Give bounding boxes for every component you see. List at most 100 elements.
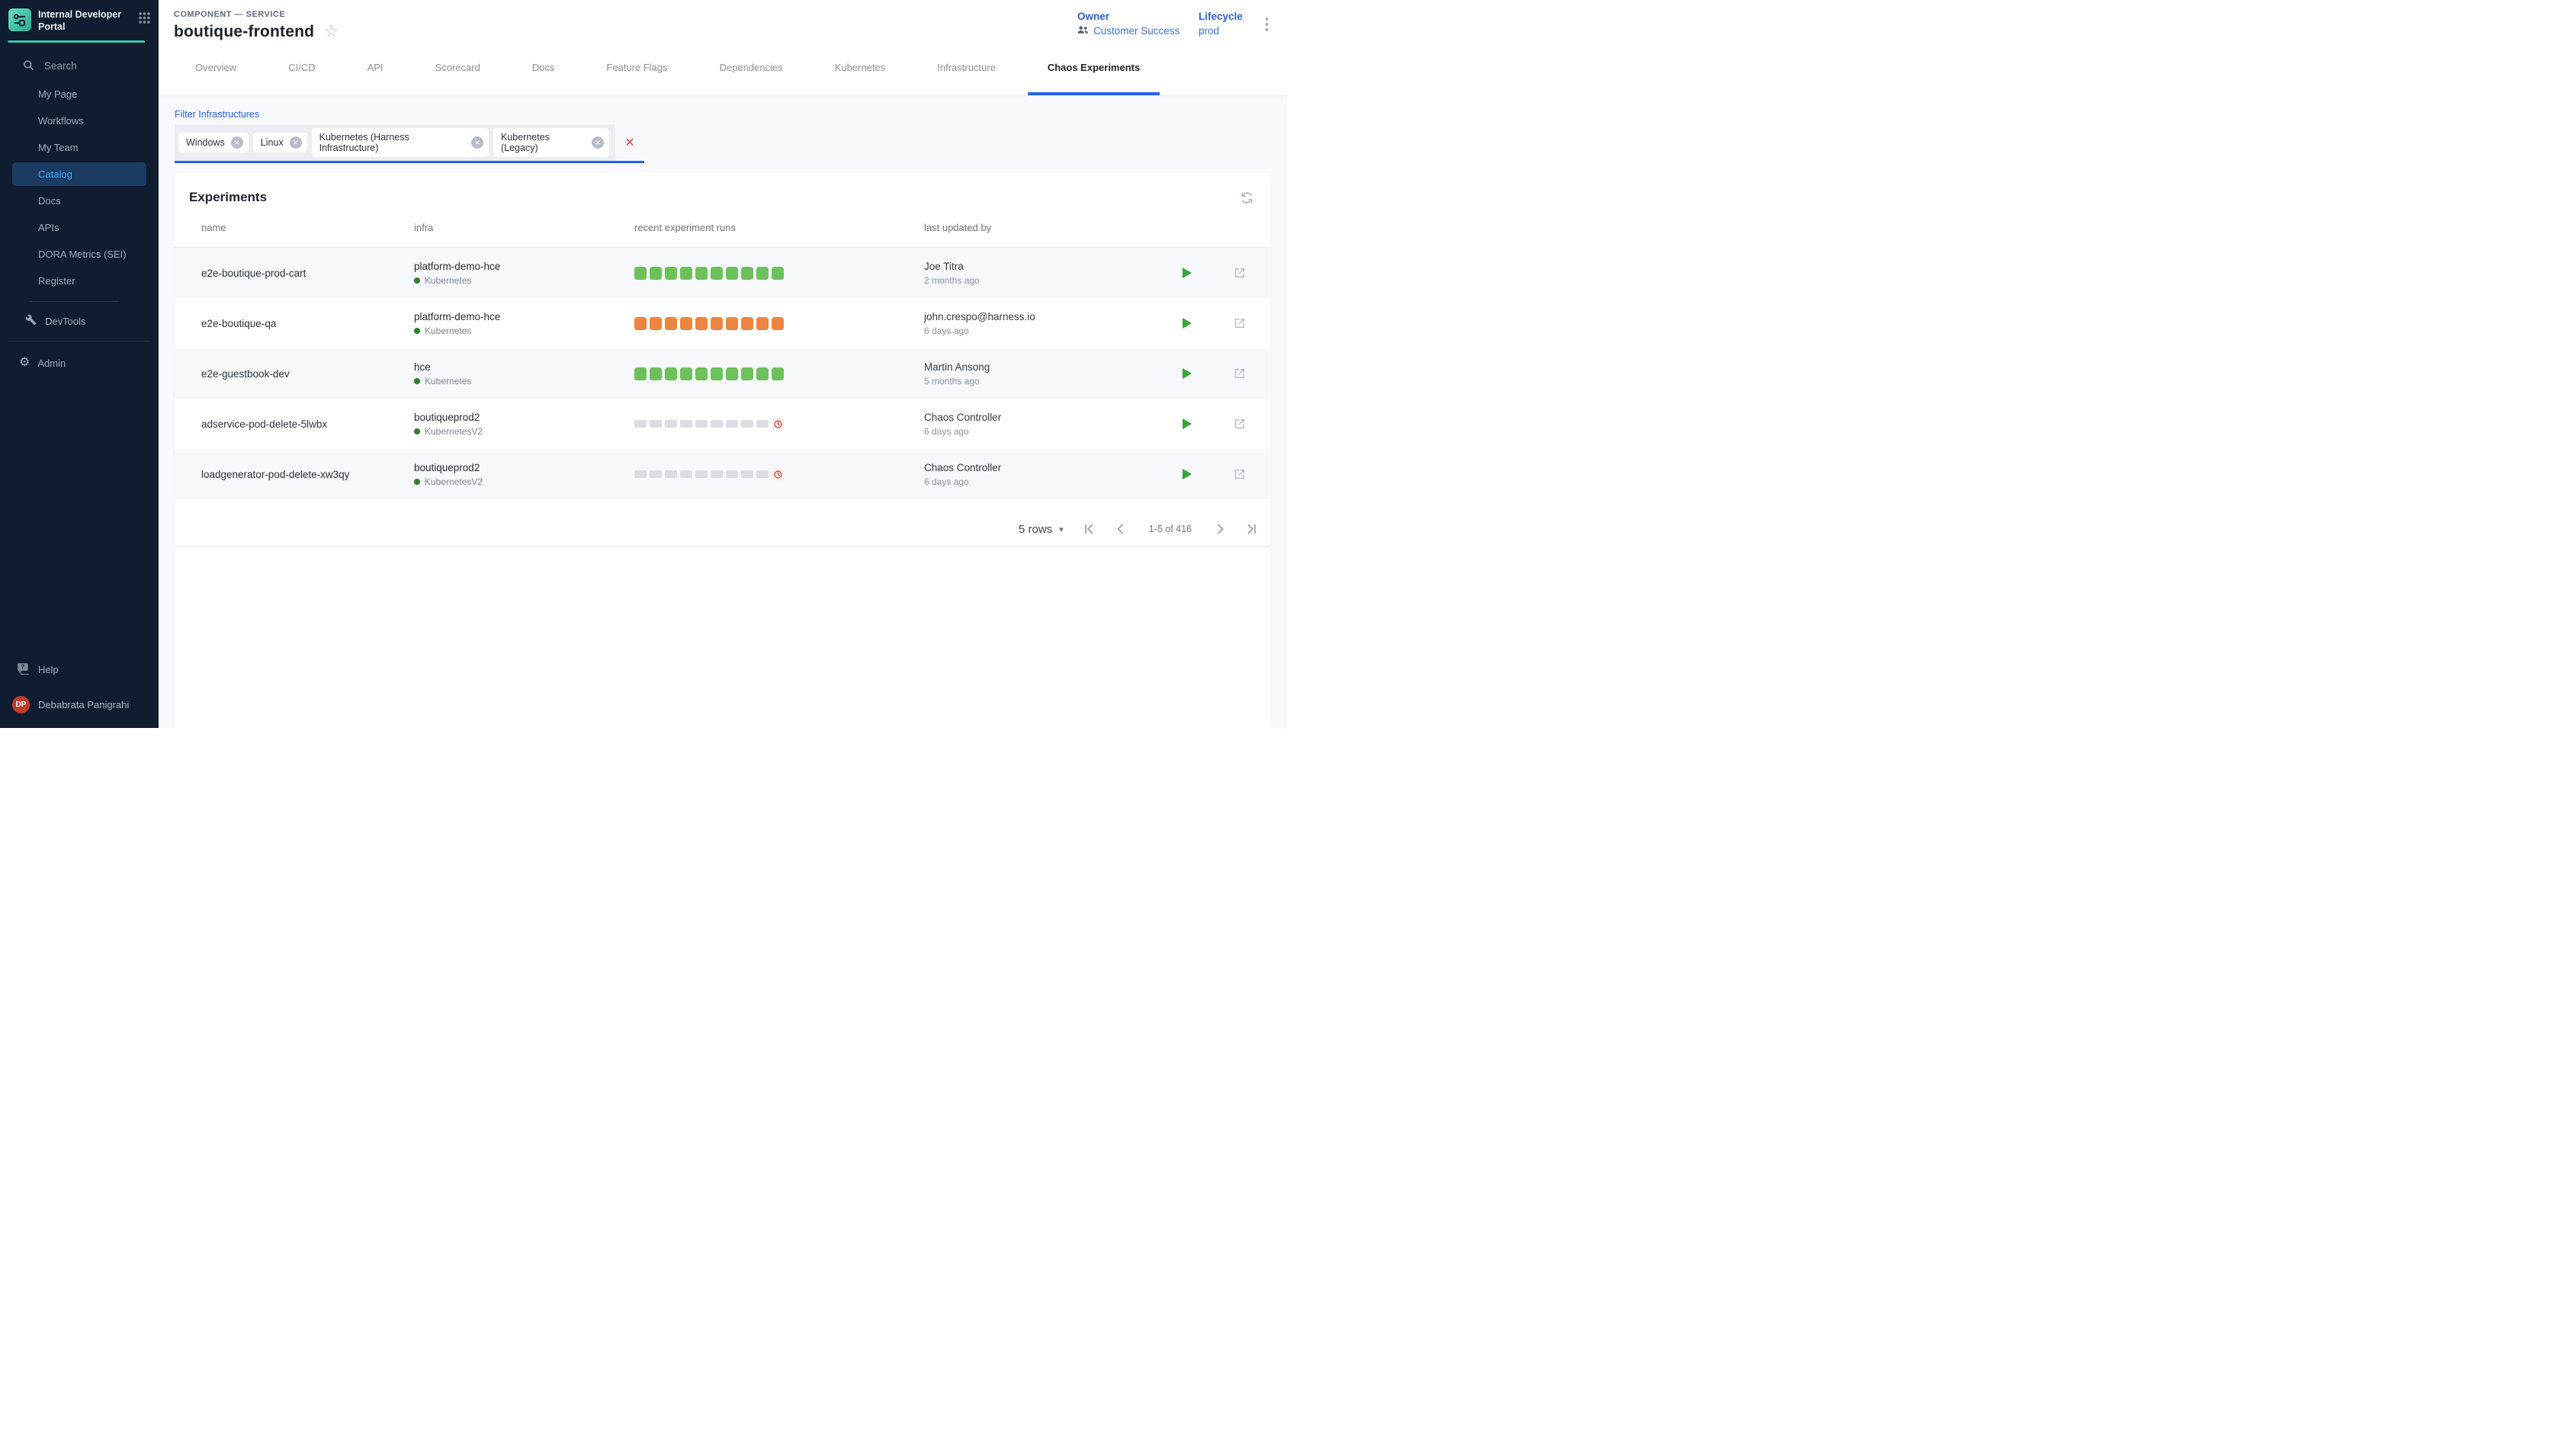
run-indicator[interactable] [756,470,769,478]
sidebar-item-my-team[interactable]: My Team [0,134,159,161]
run-indicator[interactable] [650,317,662,330]
run-history[interactable] [634,419,924,430]
run-indicator[interactable] [756,317,769,330]
tab-infrastructure[interactable]: Infrastructure [937,39,996,95]
run-indicator[interactable] [680,420,692,428]
run-indicator[interactable] [650,267,662,280]
run-indicator[interactable] [711,470,723,478]
table-row[interactable]: e2e-boutique-qa platform-demo-hce Kubern… [175,298,1271,348]
search-input[interactable]: Search [23,59,159,74]
run-indicator[interactable] [756,267,769,280]
run-indicator[interactable] [695,267,708,280]
sidebar-item-register[interactable]: Register [0,268,159,294]
run-indicator[interactable] [680,267,692,280]
help-button[interactable]: ? Help [0,658,159,681]
filter-field[interactable]: Windows × Linux × Kubernetes (Harness In… [175,124,644,163]
run-indicator[interactable] [665,367,677,380]
table-row[interactable]: adservice-pod-delete-5lwbx boutiqueprod2… [175,399,1271,449]
run-indicator[interactable] [695,317,708,330]
filter-infrastructures-label[interactable]: Filter Infrastructures [175,109,259,120]
apps-grid-icon[interactable] [138,11,151,28]
run-indicator[interactable] [650,420,662,428]
chip-remove-icon[interactable]: × [290,136,302,149]
run-indicator[interactable] [726,317,738,330]
open-in-new-icon[interactable] [1234,367,1246,380]
sidebar-item-my-page[interactable]: My Page [0,81,159,107]
refresh-icon[interactable] [1240,191,1254,205]
table-row[interactable]: loadgenerator-pod-delete-xw3qy boutiquep… [175,449,1271,499]
open-in-new-icon[interactable] [1234,317,1246,329]
run-indicator[interactable] [741,420,753,428]
filter-chip[interactable]: Kubernetes (Legacy) × [493,128,609,157]
run-experiment-play-icon[interactable] [1183,419,1192,429]
run-indicator[interactable] [741,470,753,478]
run-indicator[interactable] [741,267,753,280]
run-indicator[interactable] [695,420,708,428]
run-indicator[interactable] [680,317,692,330]
table-row[interactable]: e2e-guestbook-dev hce Kubernetes Martin … [175,348,1271,399]
filter-chip[interactable]: Kubernetes (Harness Infrastructure) × [312,128,489,157]
run-indicator[interactable] [650,367,662,380]
run-indicator[interactable] [665,267,677,280]
open-in-new-icon[interactable] [1234,418,1246,430]
run-indicator[interactable] [772,267,784,280]
run-indicator[interactable] [680,367,692,380]
table-row[interactable]: e2e-boutique-prod-cart platform-demo-hce… [175,248,1271,298]
run-indicator[interactable] [772,367,784,380]
run-indicator[interactable] [726,267,738,280]
run-indicator[interactable] [726,367,738,380]
tab-kubernetes[interactable]: Kubernetes [835,39,886,95]
sidebar-item-docs[interactable]: Docs [0,188,159,214]
clear-filters-icon[interactable]: × [615,124,644,161]
run-indicator[interactable] [650,470,662,478]
scheduled-run-clock-icon[interactable] [772,419,784,430]
run-indicator[interactable] [756,420,769,428]
run-indicator[interactable] [634,470,647,478]
run-history[interactable] [634,367,924,380]
run-history[interactable] [634,267,924,280]
favorite-star-icon[interactable]: ☆ [324,26,339,39]
sidebar-item-dora-metrics[interactable]: DORA Metrics (SEI) [0,241,159,268]
run-indicator[interactable] [680,470,692,478]
run-indicator[interactable] [695,470,708,478]
run-indicator[interactable] [726,470,738,478]
run-indicator[interactable] [634,317,647,330]
chip-remove-icon[interactable]: × [592,136,604,149]
run-indicator[interactable] [772,317,784,330]
open-in-new-icon[interactable] [1234,468,1246,480]
run-experiment-play-icon[interactable] [1183,469,1192,479]
scheduled-run-clock-icon[interactable] [772,469,784,480]
tab-overview[interactable]: Overview [195,39,236,95]
run-indicator[interactable] [711,420,723,428]
open-in-new-icon[interactable] [1234,267,1246,279]
sidebar-item-admin[interactable]: ⚙ Admin [0,350,159,377]
run-indicator[interactable] [634,267,647,280]
tab-dependencies[interactable]: Dependencies [720,39,783,95]
last-page-icon[interactable] [1245,522,1259,536]
run-indicator[interactable] [711,317,723,330]
run-experiment-play-icon[interactable] [1183,318,1192,329]
tab-cicd[interactable]: CI/CD [288,39,315,95]
kebab-menu-icon[interactable] [1263,15,1271,34]
filter-chip[interactable]: Linux × [253,133,307,152]
run-indicator[interactable] [711,267,723,280]
first-page-icon[interactable] [1082,522,1096,536]
run-indicator[interactable] [756,367,769,380]
owner-link[interactable]: Customer Success [1093,25,1179,37]
chip-remove-icon[interactable]: × [471,136,483,149]
run-indicator[interactable] [741,317,753,330]
run-history[interactable] [634,469,924,480]
run-indicator[interactable] [634,367,647,380]
run-experiment-play-icon[interactable] [1183,268,1192,278]
sidebar-item-catalog[interactable]: Catalog [12,162,146,186]
sidebar-item-devtools[interactable]: DevTools [0,308,159,335]
tab-docs[interactable]: Docs [532,39,555,95]
run-indicator[interactable] [665,470,677,478]
run-indicator[interactable] [634,420,647,428]
run-experiment-play-icon[interactable] [1183,368,1192,379]
run-indicator[interactable] [665,420,677,428]
filter-chip[interactable]: Windows × [178,133,249,152]
filter-chipbox[interactable]: Windows × Linux × Kubernetes (Harness In… [175,124,615,161]
tab-chaos-experiments[interactable]: Chaos Experiments [1048,39,1140,95]
sidebar-item-apis[interactable]: APIs [0,214,159,241]
